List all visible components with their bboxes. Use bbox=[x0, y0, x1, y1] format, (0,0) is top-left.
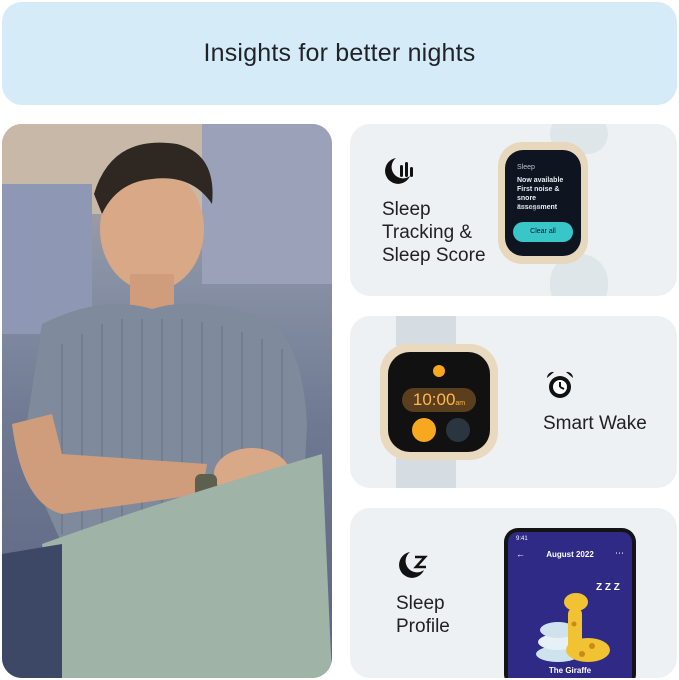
giraffe-illustration bbox=[536, 593, 610, 662]
watch-strap-bottom bbox=[396, 458, 456, 488]
watch-case: 10:00am bbox=[380, 344, 498, 460]
smart-wake-label: Smart Wake bbox=[543, 413, 647, 434]
watch-screen: 10:00am bbox=[388, 352, 490, 452]
sleep-tracking-label: Sleep Tracking & Sleep Score bbox=[382, 199, 486, 266]
status-time: 9:41 bbox=[516, 536, 528, 542]
sleep-profile-card: Sleep Profile 9:41 ← August 2022 ⋯ Z Z Z… bbox=[350, 508, 677, 678]
page-title: Insights for better nights bbox=[203, 39, 476, 67]
sleep-animal-name: The Giraffe bbox=[548, 666, 592, 675]
notification-time: 3m ago bbox=[517, 204, 541, 211]
phone-device: 9:41 ← August 2022 ⋯ Z Z Z The Giraffe bbox=[504, 528, 636, 678]
alarm-off-button[interactable] bbox=[446, 418, 470, 442]
alarm-on-button[interactable] bbox=[412, 418, 436, 442]
watch-screen: Sleep Now available First noise & snore … bbox=[505, 150, 581, 256]
alarm-time-ampm: am bbox=[455, 400, 466, 407]
profile-month: August 2022 bbox=[546, 550, 594, 559]
watch-case: Sleep Now available First noise & snore … bbox=[498, 142, 588, 264]
header-banner: Insights for better nights bbox=[2, 2, 677, 105]
alarm-time: 10:00am bbox=[402, 388, 476, 412]
clear-all-button[interactable]: Clear all bbox=[513, 222, 573, 242]
watch-strap-top bbox=[396, 316, 456, 346]
alarm-indicator-icon bbox=[433, 365, 445, 377]
lifestyle-photo bbox=[2, 124, 332, 678]
sleep-tracking-card: Sleep Tracking & Sleep Score Sleep Now a… bbox=[350, 124, 677, 296]
alarm-clock-icon bbox=[546, 371, 574, 398]
alarm-time-value: 10:00 bbox=[412, 390, 456, 409]
notification-app: Sleep bbox=[517, 164, 535, 171]
more-options-icon[interactable]: ⋯ bbox=[615, 548, 624, 559]
person-wearing-watch-image bbox=[2, 124, 332, 678]
sleep-profile-label: Sleep Profile bbox=[396, 593, 450, 637]
smart-wake-card: 10:00am Smart Wake bbox=[350, 316, 677, 488]
moon-z-icon bbox=[399, 552, 428, 578]
phone-screen: 9:41 ← August 2022 ⋯ Z Z Z The Giraffe bbox=[508, 532, 632, 678]
sleep-score-icon bbox=[385, 158, 413, 184]
